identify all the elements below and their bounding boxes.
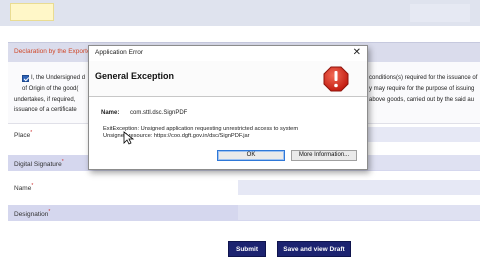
section-title: Declaration by the Exporter	[14, 48, 93, 55]
declaration-line: issuance of a certificate	[14, 107, 77, 113]
declaration-line: above goods, carried out by the said au	[369, 97, 475, 103]
designation-label: Designation*	[14, 209, 51, 219]
dialog-title: Application Error	[95, 49, 144, 56]
name-label: Name*	[14, 183, 34, 193]
digital-signature-label: Digital Signature*	[14, 159, 64, 169]
save-draft-button[interactable]: Save and view Draft	[277, 241, 351, 257]
name-value: com.sttl.dsc.SignPDF	[130, 110, 188, 116]
error-exclamation-icon	[323, 66, 349, 92]
mouse-pointer-icon	[123, 131, 135, 145]
dialog-header: General Exception	[89, 61, 367, 97]
declaration-line: undertakes, if required,	[14, 97, 76, 103]
top-right-box	[410, 4, 470, 22]
declaration-line: conditions(s) required for the issuance …	[369, 75, 478, 81]
declaration-checkbox[interactable]	[22, 75, 29, 82]
name-label: Name:	[101, 110, 120, 116]
ok-button[interactable]: OK	[217, 150, 285, 161]
declaration-line: I, the Undersigned d	[31, 75, 86, 81]
dialog-heading: General Exception	[95, 71, 175, 81]
highlight-box	[10, 3, 54, 21]
submit-button[interactable]: Submit	[228, 241, 266, 257]
designation-field[interactable]	[238, 205, 480, 220]
name-field[interactable]	[238, 180, 480, 195]
top-bar	[0, 0, 480, 26]
declaration-line: of Origin of the good(	[22, 86, 79, 92]
place-label: Place*	[14, 130, 33, 140]
close-icon[interactable]: ✕	[353, 47, 361, 59]
application-error-dialog: Application Error ✕ General Exception Na…	[88, 45, 368, 170]
more-information-button[interactable]: More Information...	[291, 150, 357, 161]
declaration-line: y may require for the purpose of issuing	[369, 86, 475, 92]
